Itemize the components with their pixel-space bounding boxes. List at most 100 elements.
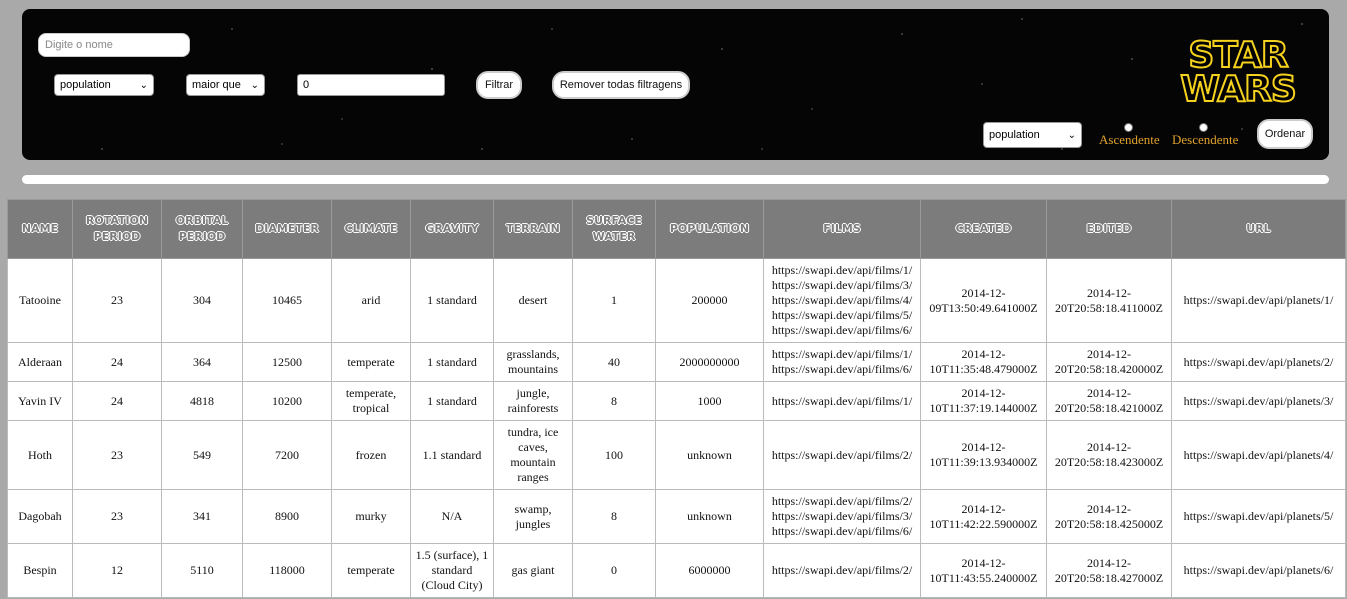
cell-edited: 2014-12-20T20:58:18.411000Z (1046, 258, 1172, 343)
table-row: Tatooine 23 304 10465 arid 1 standard de… (7, 258, 1346, 343)
comparison-value: maior que (192, 79, 241, 91)
cell-population: 1000 (655, 381, 764, 421)
remove-filters-label: Remover todas filtragens (559, 79, 683, 91)
cell-orbital-period: 5110 (161, 543, 243, 598)
cell-name: Tatooine (7, 258, 73, 343)
filter-value-input[interactable]: 0 (297, 74, 445, 96)
sort-button-label: Ordenar (1264, 128, 1306, 140)
cell-population: 6000000 (655, 543, 764, 598)
table-row: Hoth 23 549 7200 frozen 1.1 standard tun… (7, 420, 1346, 490)
chevron-down-icon: ⌄ (250, 79, 259, 91)
table-row: Dagobah 23 341 8900 murky N/A swamp, jun… (7, 489, 1346, 544)
separator-bar (22, 175, 1329, 184)
cell-diameter: 8900 (242, 489, 332, 544)
ascending-radio[interactable] (1124, 123, 1133, 132)
cell-rotation-period: 24 (72, 342, 162, 382)
cell-population: unknown (655, 489, 764, 544)
header-created: created (920, 199, 1047, 259)
header-surface-water: surface water (572, 199, 656, 259)
cell-rotation-period: 23 (72, 420, 162, 490)
cell-created: 2014-12-10T11:42:22.590000Z (920, 489, 1047, 544)
header-name: name (7, 199, 73, 259)
cell-diameter: 10465 (242, 258, 332, 343)
cell-edited: 2014-12-20T20:58:18.427000Z (1046, 543, 1172, 598)
sort-column-select[interactable]: population ⌄ (983, 122, 1082, 148)
star-wars-logo: STAR WARS (1179, 37, 1298, 107)
header-diameter: diameter (242, 199, 332, 259)
cell-gravity: N/A (410, 489, 494, 544)
cell-name: Dagobah (7, 489, 73, 544)
cell-url: https://swapi.dev/api/planets/1/ (1171, 258, 1346, 343)
chevron-down-icon: ⌄ (139, 79, 148, 91)
cell-population: 2000000000 (655, 342, 764, 382)
cell-created: 2014-12-10T11:39:13.934000Z (920, 420, 1047, 490)
cell-orbital-period: 4818 (161, 381, 243, 421)
header-population: population (655, 199, 764, 259)
cell-url: https://swapi.dev/api/planets/3/ (1171, 381, 1346, 421)
cell-created: 2014-12-10T11:37:19.144000Z (920, 381, 1047, 421)
cell-diameter: 12500 (242, 342, 332, 382)
table-row: Bespin 12 5110 118000 temperate 1.5 (sur… (7, 543, 1346, 598)
header-url: url (1171, 199, 1346, 259)
filter-column-select[interactable]: population ⌄ (54, 74, 154, 96)
cell-terrain: jungle, rainforests (493, 381, 573, 421)
cell-edited: 2014-12-20T20:58:18.421000Z (1046, 381, 1172, 421)
cell-films: https://swapi.dev/api/films/2/ (763, 420, 921, 490)
cell-climate: murky (331, 489, 411, 544)
cell-gravity: 1 standard (410, 258, 494, 343)
planets-table: name rotation period orbital period diam… (7, 199, 1346, 598)
cell-url: https://swapi.dev/api/planets/6/ (1171, 543, 1346, 598)
header-gravity: gravity (410, 199, 494, 259)
filter-value-text: 0 (303, 79, 310, 91)
cell-orbital-period: 549 (161, 420, 243, 490)
filter-column-value: population (60, 79, 111, 91)
cell-orbital-period: 364 (161, 342, 243, 382)
cell-terrain: grasslands, mountains (493, 342, 573, 382)
cell-films: https://swapi.dev/api/films/2/ (763, 543, 921, 598)
table-row: Alderaan 24 364 12500 temperate 1 standa… (7, 342, 1346, 382)
descending-radio[interactable] (1199, 123, 1208, 132)
cell-gravity: 1 standard (410, 381, 494, 421)
cell-orbital-period: 341 (161, 489, 243, 544)
filter-button[interactable]: Filtrar (476, 71, 522, 99)
cell-gravity: 1.1 standard (410, 420, 494, 490)
cell-gravity: 1.5 (surface), 1 standard (Cloud City) (410, 543, 494, 598)
name-search-input[interactable] (38, 33, 190, 57)
header-edited: edited (1046, 199, 1172, 259)
cell-diameter: 10200 (242, 381, 332, 421)
sort-button[interactable]: Ordenar (1257, 119, 1313, 149)
cell-films: https://swapi.dev/api/films/1/ https://s… (763, 258, 921, 343)
cell-name: Yavin IV (7, 381, 73, 421)
cell-surface-water: 0 (572, 543, 656, 598)
cell-diameter: 7200 (242, 420, 332, 490)
cell-terrain: tundra, ice caves, mountain ranges (493, 420, 573, 490)
cell-climate: temperate (331, 342, 411, 382)
comparison-select[interactable]: maior que ⌄ (186, 74, 265, 96)
cell-diameter: 118000 (242, 543, 332, 598)
cell-rotation-period: 23 (72, 489, 162, 544)
cell-terrain: gas giant (493, 543, 573, 598)
ascending-label: Ascendente (1099, 132, 1160, 147)
planets-table-container: name rotation period orbital period diam… (7, 199, 1346, 598)
cell-surface-water: 8 (572, 381, 656, 421)
cell-rotation-period: 23 (72, 258, 162, 343)
sort-column-value: population (989, 129, 1040, 141)
chevron-down-icon: ⌄ (1067, 129, 1076, 141)
cell-surface-water: 40 (572, 342, 656, 382)
cell-gravity: 1 standard (410, 342, 494, 382)
header-panel: population ⌄ maior que ⌄ 0 Filtrar Remov… (22, 9, 1329, 160)
cell-population: unknown (655, 420, 764, 490)
cell-edited: 2014-12-20T20:58:18.425000Z (1046, 489, 1172, 544)
cell-films: https://swapi.dev/api/films/2/ https://s… (763, 489, 921, 544)
cell-terrain: swamp, jungles (493, 489, 573, 544)
cell-url: https://swapi.dev/api/planets/4/ (1171, 420, 1346, 490)
cell-rotation-period: 12 (72, 543, 162, 598)
header-rotation-period: rotation period (72, 199, 162, 259)
cell-population: 200000 (655, 258, 764, 343)
remove-filters-button[interactable]: Remover todas filtragens (552, 71, 690, 99)
cell-films: https://swapi.dev/api/films/1/ (763, 381, 921, 421)
cell-climate: temperate (331, 543, 411, 598)
header-films: films (763, 199, 921, 259)
cell-surface-water: 1 (572, 258, 656, 343)
cell-url: https://swapi.dev/api/planets/5/ (1171, 489, 1346, 544)
